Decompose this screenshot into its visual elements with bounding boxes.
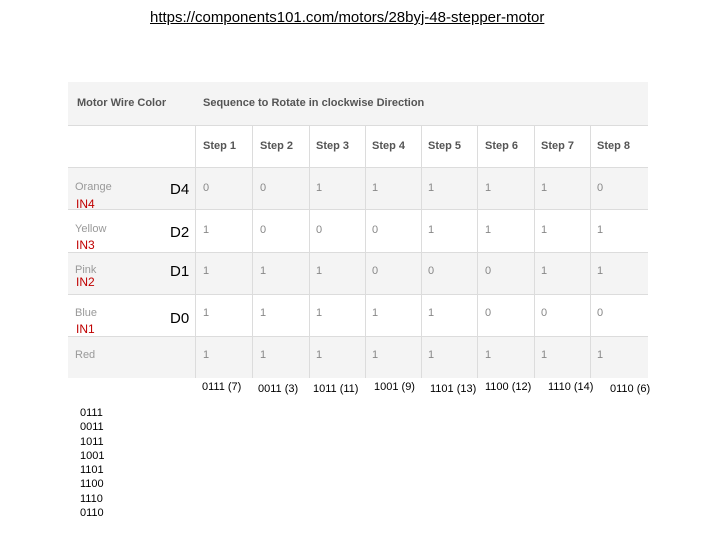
table-cell: 1 bbox=[541, 224, 548, 236]
source-link[interactable]: https://components101.com/motors/28byj-4… bbox=[150, 9, 544, 26]
table-cell: 1 bbox=[203, 307, 210, 319]
table-cell: 1 bbox=[203, 224, 210, 236]
column-divider bbox=[195, 125, 196, 378]
row-bg-yellow bbox=[68, 210, 648, 252]
row-divider bbox=[68, 294, 648, 295]
column-divider bbox=[309, 125, 310, 378]
step-header: Step 4 bbox=[372, 140, 406, 152]
table-cell: 0 bbox=[260, 182, 267, 194]
pin-label: D0 bbox=[170, 310, 190, 327]
list-item: 1110 bbox=[80, 492, 103, 505]
column-divider bbox=[477, 125, 478, 378]
table-cell: 0 bbox=[485, 265, 492, 277]
list-item: 0111 bbox=[80, 407, 103, 419]
list-item: 1101 bbox=[80, 464, 104, 477]
list-item: 0110 bbox=[80, 507, 104, 520]
wire-color-label: Yellow bbox=[75, 223, 107, 235]
table-cell: 0 bbox=[203, 182, 210, 194]
table-cell: 1 bbox=[260, 307, 267, 319]
table-cell: 1 bbox=[485, 224, 492, 236]
table-cell: 0 bbox=[316, 224, 323, 236]
table-cell: 1 bbox=[428, 349, 435, 361]
table-cell: 0 bbox=[372, 224, 379, 236]
wire-color-label: Red bbox=[75, 349, 96, 361]
row-divider bbox=[68, 167, 648, 168]
step-result: 0011 (3) bbox=[258, 383, 299, 395]
table-cell: 1 bbox=[316, 182, 323, 194]
step-result: 1110 (14) bbox=[548, 381, 594, 393]
table-cell: 1 bbox=[203, 349, 210, 361]
wire-color-label: Blue bbox=[75, 307, 98, 319]
table-cell: 1 bbox=[541, 349, 548, 361]
table-cell: 1 bbox=[428, 224, 435, 236]
input-label: IN1 bbox=[76, 322, 95, 336]
input-label: IN2 bbox=[76, 275, 95, 289]
table-cell: 1 bbox=[597, 265, 604, 277]
table-cell: 1 bbox=[485, 349, 492, 361]
pin-label: D1 bbox=[170, 263, 190, 280]
step-result: 0111 (7) bbox=[202, 381, 242, 393]
table-cell: 1 bbox=[541, 265, 548, 277]
table-cell: 0 bbox=[485, 307, 492, 319]
step-header: Step 2 bbox=[260, 140, 294, 152]
column-divider bbox=[421, 125, 422, 378]
table-cell: 1 bbox=[372, 182, 379, 194]
row-divider bbox=[68, 252, 648, 253]
table-cell: 1 bbox=[597, 349, 604, 361]
table-cell: 1 bbox=[428, 307, 435, 319]
table-cell: 1 bbox=[597, 224, 604, 236]
table-cell: 0 bbox=[428, 265, 435, 277]
step-result: 0110 (6) bbox=[610, 383, 651, 395]
row-divider bbox=[68, 209, 648, 210]
step-header: Step 6 bbox=[485, 140, 519, 152]
pin-label: D2 bbox=[170, 224, 190, 241]
column-divider bbox=[534, 125, 535, 378]
input-label: IN4 bbox=[76, 197, 95, 211]
step-header: Step 7 bbox=[541, 140, 575, 152]
step-header: Step 3 bbox=[316, 140, 350, 152]
table-cell: 0 bbox=[372, 265, 379, 277]
row-bg-blue bbox=[68, 294, 648, 336]
step-result: 1100 (12) bbox=[485, 381, 532, 393]
list-item: 1100 bbox=[80, 478, 104, 491]
table-cell: 1 bbox=[316, 265, 323, 277]
table-cell: 1 bbox=[485, 182, 492, 194]
step-header: Step 8 bbox=[597, 140, 631, 152]
stepper-sequence-table bbox=[68, 82, 648, 378]
binary-sequence-list: 0111 0011 1011 1001 1101 1100 1110 0110 bbox=[80, 406, 104, 520]
table-cell: 0 bbox=[260, 224, 267, 236]
table-cell: 1 bbox=[316, 349, 323, 361]
table-cell: 1 bbox=[203, 265, 210, 277]
table-cell: 1 bbox=[260, 265, 267, 277]
step-header: Step 5 bbox=[428, 140, 462, 152]
row-divider bbox=[68, 336, 648, 337]
table-cell: 1 bbox=[316, 307, 323, 319]
table-cell: 1 bbox=[260, 349, 267, 361]
wire-color-label: Orange bbox=[75, 181, 112, 193]
pin-label: D4 bbox=[170, 181, 190, 198]
column-divider bbox=[252, 125, 253, 378]
list-item: 1001 bbox=[80, 449, 105, 462]
column-divider bbox=[365, 125, 366, 378]
table-cell: 1 bbox=[541, 182, 548, 194]
table-cell: 0 bbox=[541, 307, 548, 319]
step-result: 1101 (13) bbox=[430, 383, 477, 395]
step-result: 1011 (11) bbox=[313, 383, 359, 395]
sequence-header: Sequence to Rotate in clockwise Directio… bbox=[203, 97, 425, 109]
table-cell: 1 bbox=[372, 307, 379, 319]
step-result: 1001 (9) bbox=[374, 381, 415, 393]
list-item: 1011 bbox=[80, 435, 104, 448]
table-cell: 1 bbox=[428, 182, 435, 194]
row-divider bbox=[68, 125, 648, 126]
table-cell: 0 bbox=[597, 182, 604, 194]
input-label: IN3 bbox=[76, 238, 95, 252]
step-header: Step 1 bbox=[203, 140, 237, 152]
table-cell: 1 bbox=[372, 349, 379, 361]
list-item: 0011 bbox=[80, 421, 104, 434]
column-divider bbox=[590, 125, 591, 378]
table-cell: 0 bbox=[597, 307, 604, 319]
motor-wire-color-header: Motor Wire Color bbox=[77, 97, 167, 109]
